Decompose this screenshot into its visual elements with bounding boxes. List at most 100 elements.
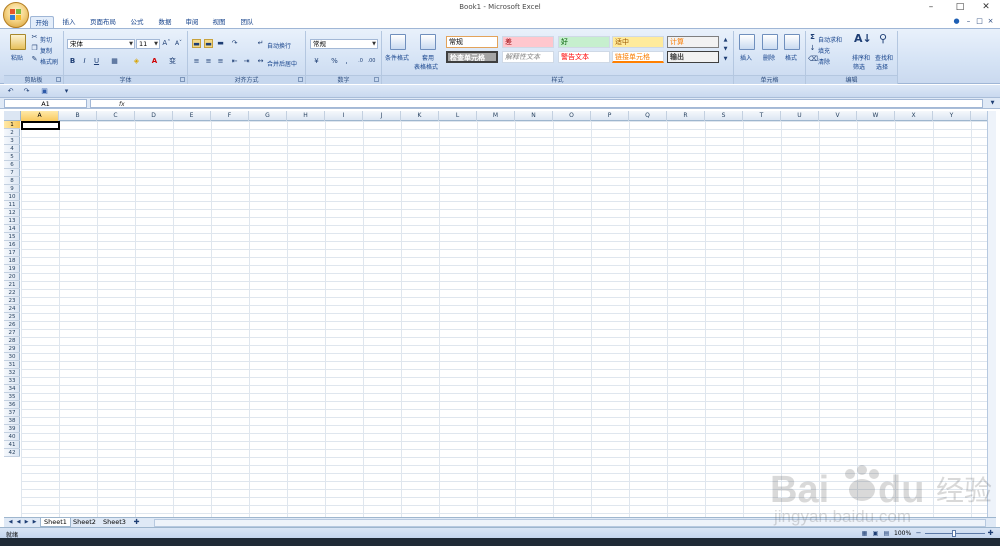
row-header[interactable]: 28 [4, 337, 20, 345]
column-header[interactable]: Z [971, 111, 987, 121]
number-format-select[interactable]: 常规 ▼ [310, 39, 378, 49]
clipboard-launcher-icon[interactable] [56, 77, 61, 82]
horizontal-scrollbar[interactable] [154, 519, 986, 527]
column-header[interactable]: B [59, 111, 97, 121]
orientation-icon[interactable]: ↷ [230, 39, 239, 48]
row-header[interactable]: 34 [4, 385, 20, 393]
find-select-icon[interactable]: ⚲ [876, 33, 890, 44]
last-sheet-icon[interactable]: ▶ [30, 518, 39, 527]
gallery-more-icon[interactable]: ▼ [721, 55, 730, 64]
row-header[interactable]: 30 [4, 353, 20, 361]
copy-button[interactable]: 复制 [40, 46, 52, 55]
style-linked-cell[interactable]: 链接单元格 [612, 51, 664, 63]
row-header[interactable]: 15 [4, 233, 20, 241]
sheet-tab-2[interactable]: Sheet2 [70, 518, 99, 527]
sort-filter-icon[interactable]: A↓ [854, 33, 872, 44]
fill-button[interactable]: 填充 [818, 46, 830, 55]
row-header[interactable]: 14 [4, 225, 20, 233]
page-layout-view-icon[interactable]: ▣ [871, 529, 880, 538]
column-header[interactable]: K [401, 111, 439, 121]
percent-button[interactable]: % [330, 57, 339, 66]
column-header[interactable]: S [705, 111, 743, 121]
row-header[interactable]: 25 [4, 313, 20, 321]
increase-decimal-icon[interactable]: .0 [356, 57, 365, 66]
zoom-out-icon[interactable]: − [914, 529, 923, 538]
row-header[interactable]: 36 [4, 401, 20, 409]
paste-icon[interactable] [10, 34, 26, 50]
copy-icon[interactable]: ❐ [30, 44, 39, 53]
column-header[interactable]: T [743, 111, 781, 121]
format-painter-button[interactable]: 格式刷 [40, 57, 58, 66]
row-header[interactable]: 29 [4, 345, 20, 353]
autosum-icon[interactable]: Σ [808, 33, 817, 42]
select-all-button[interactable] [4, 111, 21, 121]
gallery-up-icon[interactable]: ▲ [721, 36, 730, 45]
font-launcher-icon[interactable] [180, 77, 185, 82]
undo-icon[interactable]: ↶ [6, 87, 15, 96]
fx-icon[interactable]: fx [119, 101, 125, 108]
row-header[interactable]: 38 [4, 417, 20, 425]
align-center-icon[interactable]: ≡ [204, 57, 213, 66]
tab-review[interactable]: 审阅 [181, 16, 203, 28]
alignment-launcher-icon[interactable] [298, 77, 303, 82]
style-check-cell[interactable]: 检查单元格 [446, 51, 498, 63]
conditional-format-button[interactable]: 条件格式 [385, 53, 409, 62]
style-warning[interactable]: 警告文本 [558, 51, 610, 63]
increase-indent-icon[interactable]: ⇥ [242, 57, 251, 66]
column-header[interactable]: F [211, 111, 249, 121]
clear-button[interactable]: 清除 [818, 57, 830, 66]
font-color-icon[interactable]: A [150, 57, 159, 66]
page-break-view-icon[interactable]: ▤ [882, 529, 891, 538]
row-header[interactable]: 42 [4, 449, 20, 457]
border-icon[interactable]: ▦ [110, 57, 119, 66]
style-calculation[interactable]: 计算 [667, 36, 719, 48]
format-cells-button[interactable]: 格式 [785, 53, 797, 62]
column-header[interactable]: J [363, 111, 401, 121]
row-header[interactable]: 10 [4, 193, 20, 201]
paste-button[interactable]: 粘贴 [11, 53, 23, 62]
font-size-select[interactable]: 11 ▼ [136, 39, 160, 49]
decrease-indent-icon[interactable]: ⇤ [230, 57, 239, 66]
comma-button[interactable]: , [342, 57, 351, 66]
style-explanatory[interactable]: 解释性文本 [502, 51, 554, 63]
row-header[interactable]: 26 [4, 321, 20, 329]
table-format-button-line1[interactable]: 套用 [422, 53, 434, 62]
zoom-level[interactable]: 100% [894, 530, 911, 537]
merge-center-icon[interactable]: ↔ [256, 57, 265, 66]
sort-filter-button-line2[interactable]: 筛选 [853, 62, 865, 71]
active-cell[interactable] [21, 121, 60, 130]
column-header[interactable]: I [325, 111, 363, 121]
formula-input[interactable]: fx [90, 99, 983, 108]
row-header[interactable]: 20 [4, 273, 20, 281]
column-header[interactable]: D [135, 111, 173, 121]
align-middle-icon[interactable]: ▬ [204, 39, 213, 48]
find-select-button-line1[interactable]: 查找和 [875, 53, 893, 62]
column-header[interactable]: A [21, 111, 59, 121]
row-header[interactable]: 40 [4, 433, 20, 441]
row-header[interactable]: 4 [4, 145, 20, 153]
row-header[interactable]: 32 [4, 369, 20, 377]
wrap-text-icon[interactable]: ↵ [256, 39, 265, 48]
style-output[interactable]: 输出 [667, 51, 719, 63]
name-box[interactable]: A1 [4, 99, 87, 108]
row-header[interactable]: 24 [4, 305, 20, 313]
close-button[interactable]: ✕ [972, 0, 1000, 14]
row-header[interactable]: 11 [4, 201, 20, 209]
column-header[interactable]: V [819, 111, 857, 121]
underline-button[interactable]: U [92, 57, 101, 66]
row-header[interactable]: 37 [4, 409, 20, 417]
tab-page-layout[interactable]: 页面布局 [86, 16, 120, 28]
cell-area[interactable] [21, 121, 987, 517]
column-header[interactable]: Q [629, 111, 667, 121]
row-header[interactable]: 1 [4, 121, 20, 129]
row-header[interactable]: 5 [4, 153, 20, 161]
maximize-button[interactable]: □ [946, 0, 974, 14]
number-launcher-icon[interactable] [374, 77, 379, 82]
row-header[interactable]: 8 [4, 177, 20, 185]
gallery-down-icon[interactable]: ▼ [721, 45, 730, 54]
tab-data[interactable]: 数据 [154, 16, 176, 28]
insert-cells-icon[interactable] [739, 34, 755, 50]
row-header[interactable]: 13 [4, 217, 20, 225]
row-header[interactable]: 12 [4, 209, 20, 217]
format-cells-icon[interactable] [784, 34, 800, 50]
